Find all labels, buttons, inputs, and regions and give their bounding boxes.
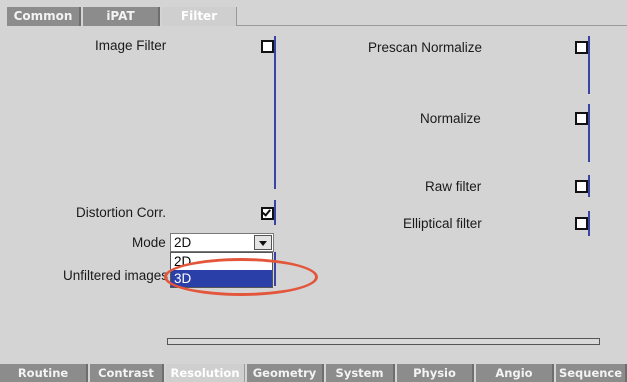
distortion-column-line: [274, 200, 276, 225]
tab-divider: [237, 25, 627, 26]
bottom-tab-bar: Routine Contrast Resolution Geometry Sys…: [0, 364, 627, 382]
prescan-normalize-label: Prescan Normalize: [368, 40, 483, 55]
prescan-normalize-checkbox[interactable]: [575, 41, 588, 54]
elliptical-filter-checkbox[interactable]: [575, 217, 588, 230]
tab-angio[interactable]: Angio: [476, 364, 554, 382]
raw-filter-label: Raw filter: [425, 179, 482, 194]
unfiltered-images-label: Unfiltered images: [63, 268, 169, 283]
tab-contrast[interactable]: Contrast: [90, 364, 164, 382]
mode-selected-value: 2D: [174, 235, 192, 250]
tab-physio[interactable]: Physio: [397, 364, 474, 382]
elliptical-filter-label: Elliptical filter: [403, 216, 482, 231]
image-filter-column-line: [274, 36, 276, 189]
tab-common[interactable]: Common: [7, 7, 81, 26]
tab-geometry[interactable]: Geometry: [247, 364, 324, 382]
elliptical-column-line: [588, 211, 590, 236]
chevron-down-icon[interactable]: [254, 235, 272, 250]
mode-select[interactable]: 2D: [170, 233, 274, 252]
distortion-corr-label: Distortion Corr.: [76, 205, 167, 220]
normalize-checkbox[interactable]: [575, 112, 588, 125]
tab-resolution[interactable]: Resolution: [166, 364, 245, 382]
normalize-column-line: [588, 104, 590, 162]
mode-label: Mode: [132, 235, 166, 250]
image-filter-checkbox[interactable]: [261, 40, 274, 53]
annotation-ellipse: [164, 258, 318, 296]
normalize-label: Normalize: [420, 111, 481, 126]
tab-system[interactable]: System: [326, 364, 395, 382]
tab-ipat[interactable]: iPAT: [83, 7, 160, 26]
tab-sequence[interactable]: Sequence: [556, 364, 627, 382]
image-filter-label: Image Filter: [95, 38, 167, 53]
prescan-column-line: [588, 36, 590, 94]
tab-routine[interactable]: Routine: [0, 364, 88, 382]
raw-filter-column-line: [588, 175, 590, 197]
progress-bar: [167, 338, 600, 345]
top-tab-bar: Common iPAT Filter: [0, 0, 627, 26]
raw-filter-checkbox[interactable]: [575, 180, 588, 193]
tab-filter[interactable]: Filter: [162, 7, 237, 26]
distortion-corr-checkbox[interactable]: [261, 207, 274, 220]
